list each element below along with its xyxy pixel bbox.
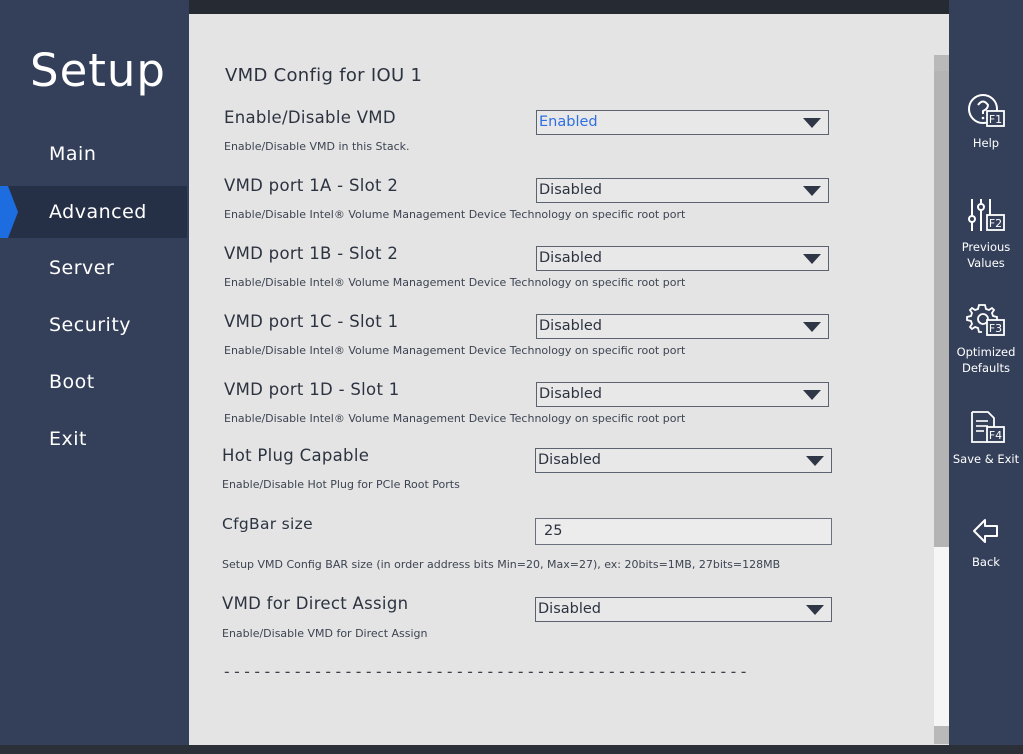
option-label-vmd-port-1c: VMD port 1C - Slot 1 — [224, 312, 399, 331]
save-exit-button[interactable]: F4 Save & Exit — [949, 409, 1023, 467]
help-label: Help — [972, 136, 1000, 150]
direct-assign-dropdown[interactable]: Disabled — [535, 597, 832, 622]
sidebar-item-label: Main — [49, 143, 97, 165]
previous-values-button[interactable]: F2 Previous Values — [949, 197, 1023, 271]
dropdown-arrow-icon — [803, 186, 821, 196]
svg-text:F1: F1 — [989, 113, 1002, 126]
save-document-icon: F4 — [971, 411, 1005, 443]
option-help: Setup VMD Config BAR size (in order addr… — [222, 558, 781, 571]
gear-icon: F3 — [966, 304, 1005, 336]
top-bar — [189, 0, 949, 14]
sidebar-item-exit[interactable]: Exit — [0, 413, 187, 465]
back-button[interactable]: Back — [949, 516, 1023, 570]
hot-plug-dropdown[interactable]: Disabled — [535, 448, 832, 473]
option-help: Enable/Disable Intel® Volume Management … — [224, 344, 686, 357]
sidebar-item-label: Boot — [49, 371, 95, 393]
bottom-strip — [0, 745, 1023, 754]
sidebar-item-label: Security — [49, 314, 132, 336]
svg-text:F4: F4 — [989, 429, 1002, 442]
dropdown-value: Disabled — [538, 601, 601, 617]
app-title: Setup — [30, 44, 166, 97]
main-content: VMD Config for IOU 1 Enable/Disable VMD … — [189, 14, 949, 754]
sidebar-item-advanced[interactable]: Advanced — [0, 186, 187, 238]
svg-text:F3: F3 — [989, 322, 1002, 335]
function-key-bar: F1 Help F2 Previous Values F3 Optimized … — [949, 0, 1023, 754]
option-help: Enable/Disable Intel® Volume Management … — [224, 208, 686, 221]
dropdown-value: Disabled — [539, 318, 602, 334]
sidebar-item-label: Exit — [49, 428, 87, 450]
option-label-vmd-port-1d: VMD port 1D - Slot 1 — [224, 380, 400, 399]
option-help: Enable/Disable Intel® Volume Management … — [224, 276, 686, 289]
sidebar: Setup Main Advanced Server Security Boot… — [0, 0, 189, 754]
dropdown-value: Disabled — [539, 386, 602, 402]
optimized-defaults-button[interactable]: F3 Optimized Defaults — [949, 302, 1023, 376]
option-label-enable-vmd: Enable/Disable VMD — [224, 108, 396, 127]
input-value: 25 — [544, 523, 563, 539]
sidebar-item-main[interactable]: Main — [0, 128, 187, 180]
enable-vmd-dropdown[interactable]: Enabled — [536, 110, 829, 135]
help-button[interactable]: F1 Help — [949, 93, 1023, 151]
option-help: Enable/Disable VMD in this Stack. — [224, 140, 410, 153]
sidebar-item-security[interactable]: Security — [0, 299, 187, 351]
back-label: Back — [972, 555, 1000, 569]
option-help: Enable/Disable Hot Plug for PCIe Root Po… — [222, 478, 460, 491]
option-label-direct-assign: VMD for Direct Assign — [222, 594, 409, 613]
option-label-hot-plug: Hot Plug Capable — [222, 446, 370, 465]
dropdown-value: Enabled — [539, 114, 598, 130]
option-help: Enable/Disable Intel® Volume Management … — [224, 412, 686, 425]
back-arrow-icon — [973, 519, 998, 543]
option-label-vmd-port-1b: VMD port 1B - Slot 2 — [224, 244, 399, 263]
dropdown-value: Disabled — [539, 182, 602, 198]
dropdown-value: Disabled — [539, 250, 602, 266]
sidebar-item-server[interactable]: Server — [0, 242, 187, 294]
vmd-port-1b-dropdown[interactable]: Disabled — [536, 246, 829, 271]
option-help: Enable/Disable VMD for Direct Assign — [222, 627, 428, 640]
scroll-down-button[interactable] — [934, 726, 949, 744]
previous-values-label: Previous Values — [961, 240, 1011, 270]
dropdown-value: Disabled — [538, 452, 601, 468]
option-label-cfgbar-size: CfgBar size — [222, 515, 313, 533]
scroll-up-button[interactable] — [934, 55, 949, 71]
option-label-vmd-port-1a: VMD port 1A - Slot 2 — [224, 176, 399, 195]
page-title: VMD Config for IOU 1 — [225, 65, 423, 86]
dropdown-arrow-icon — [803, 390, 821, 400]
optimized-defaults-label: Optimized Defaults — [956, 345, 1016, 375]
vmd-port-1c-dropdown[interactable]: Disabled — [536, 314, 829, 339]
dropdown-arrow-icon — [806, 605, 824, 615]
dropdown-arrow-icon — [806, 456, 824, 466]
sliders-icon: F2 — [968, 199, 1005, 231]
vmd-port-1a-dropdown[interactable]: Disabled — [536, 178, 829, 203]
cfgbar-size-input[interactable]: 25 — [535, 518, 832, 545]
scrollbar-thumb[interactable] — [934, 71, 949, 547]
dropdown-arrow-icon — [803, 254, 821, 264]
vmd-port-1d-dropdown[interactable]: Disabled — [536, 382, 829, 407]
svg-text:F2: F2 — [989, 217, 1002, 230]
sidebar-item-label: Server — [49, 257, 115, 279]
active-marker-icon — [0, 186, 18, 238]
sidebar-item-label: Advanced — [49, 201, 147, 223]
dropdown-arrow-icon — [803, 118, 821, 128]
sidebar-item-boot[interactable]: Boot — [0, 356, 187, 408]
save-exit-label: Save & Exit — [952, 452, 1020, 466]
dropdown-arrow-icon — [803, 322, 821, 332]
divider: ----------------------------------------… — [222, 662, 749, 681]
help-icon: F1 — [968, 94, 1005, 127]
